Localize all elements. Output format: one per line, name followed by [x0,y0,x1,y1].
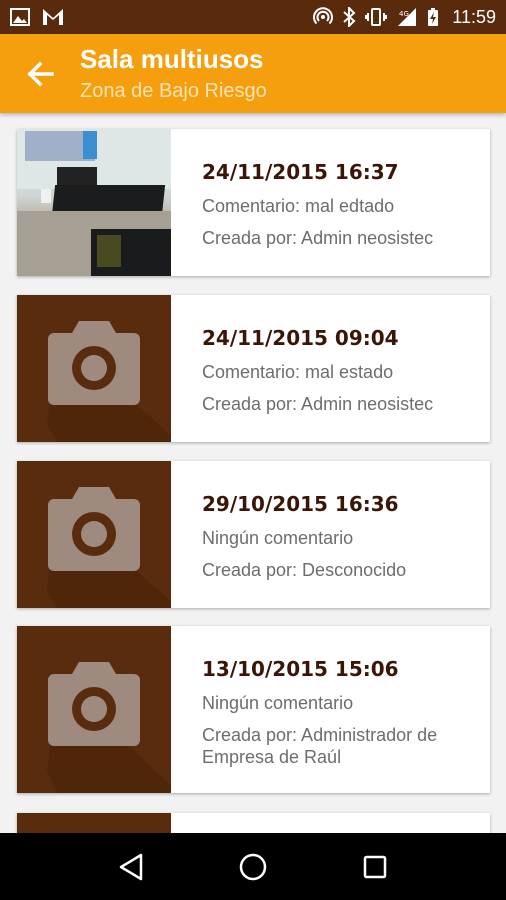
status-time: 11:59 [452,6,496,27]
list-item[interactable]: 29/10/2015 16:36 Ningún comentario Cread… [17,461,490,608]
image-icon [10,8,30,26]
card-comment: Ningún comentario [202,528,354,548]
card-date: 24/11/2015 09:04 [202,326,399,350]
card-date: 24/11/2015 16:37 [202,160,399,184]
list-item[interactable]: 24/11/2015 16:37 Comentario: mal edtado … [17,129,490,276]
hotspot-icon [313,7,334,25]
signal-4g-icon: 4G [398,8,417,26]
card-author: Creada por: Admin neosistec [202,228,434,248]
nav-recents-button[interactable] [345,837,405,897]
svg-text:4G: 4G [399,10,409,18]
list-item[interactable]: 13/10/2015 15:06 Ningún comentario Cread… [17,626,490,793]
camera-placeholder [17,295,171,442]
incident-list[interactable]: 24/11/2015 16:37 Comentario: mal edtado … [0,113,506,833]
home-circle-icon [239,853,267,880]
battery-charging-icon [428,8,439,26]
nav-back-button[interactable] [101,837,161,897]
camera-icon [47,487,171,608]
navigation-bar [0,833,506,900]
list-item[interactable] [17,813,490,833]
card-author: Creada por: Admin neosistec [202,394,434,414]
back-button[interactable] [0,34,80,113]
card-comment: Comentario: mal edtado [202,196,395,216]
card-author: Creada por: Administrador de Empresa de … [202,725,438,767]
vibrate-icon [365,8,388,26]
card-date: 13/10/2015 15:06 [202,657,399,681]
camera-icon [47,662,171,793]
nav-home-button[interactable] [223,837,283,897]
gmail-icon [43,9,63,25]
list-item[interactable]: 24/11/2015 09:04 Comentario: mal estado … [17,295,490,442]
arrow-back-icon [27,61,54,86]
card-author: Creada por: Desconocido [202,560,407,580]
recents-square-icon [363,855,387,878]
camera-placeholder [17,813,171,833]
bluetooth-icon [343,7,356,27]
camera-icon [47,321,171,442]
card-comment: Ningún comentario [202,693,354,713]
photo-thumbnail [17,129,171,276]
status-bar: 4G 11:59 [0,0,506,34]
app-bar: Sala multiusos Zona de Bajo Riesgo [0,34,506,113]
page-subtitle: Zona de Bajo Riesgo [80,79,267,102]
page-title: Sala multiusos [80,43,264,74]
back-triangle-icon [119,853,143,880]
camera-placeholder [17,626,171,793]
card-comment: Comentario: mal estado [202,362,394,382]
camera-placeholder [17,461,171,608]
card-date: 29/10/2015 16:36 [202,492,399,516]
